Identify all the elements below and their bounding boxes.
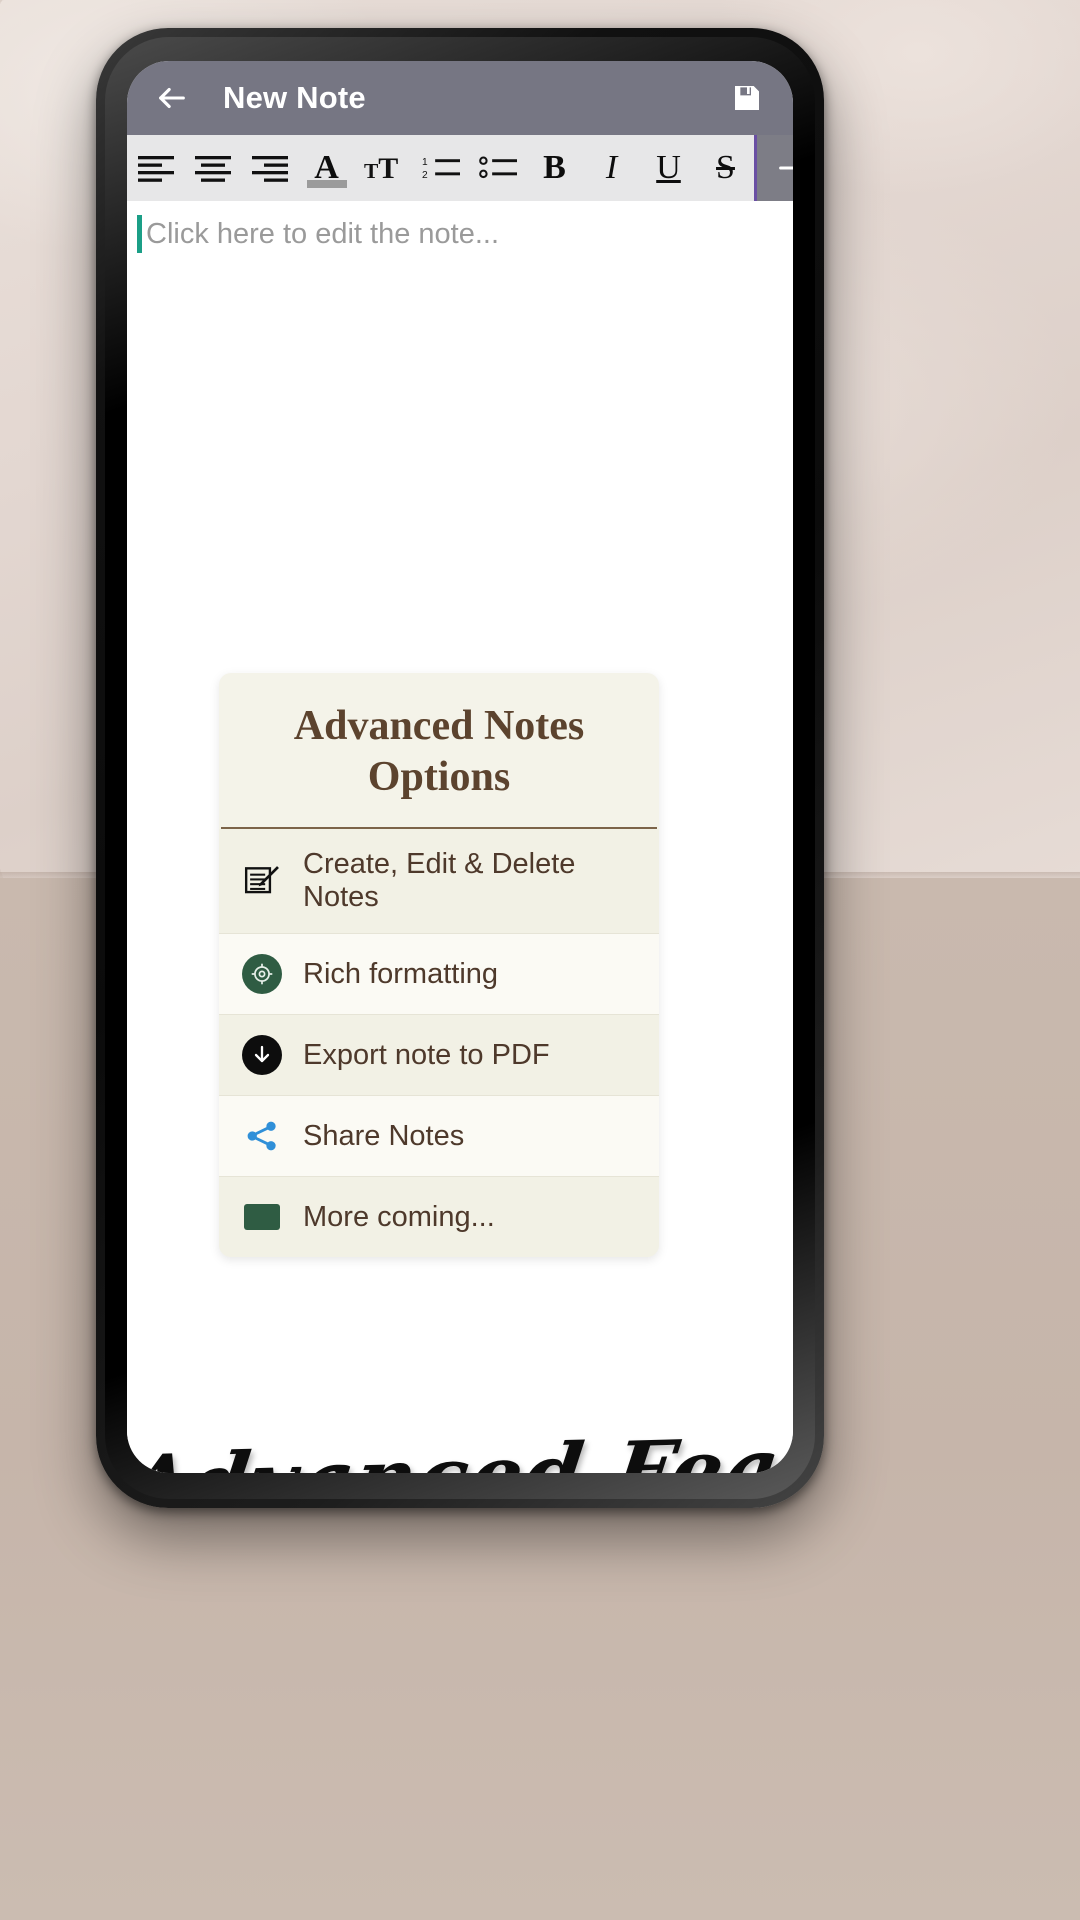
dialog-row-create-edit-delete[interactable]: Create, Edit & Delete Notes xyxy=(219,829,659,935)
align-left-icon[interactable] xyxy=(127,135,184,201)
arrow-left-icon[interactable] xyxy=(151,77,193,119)
bold-icon[interactable]: B xyxy=(526,135,583,201)
format-toolbar-scroll[interactable]: A T T 1 2 B I U S xyxy=(127,135,754,201)
phone-mockup: New Note A T T 1 2 B I U S Click here to… xyxy=(96,28,824,1508)
dialog-row-more-coming[interactable]: More coming... xyxy=(219,1177,659,1258)
align-center-icon[interactable] xyxy=(184,135,241,201)
dialog-row-label: Export note to PDF xyxy=(303,1038,550,1071)
dialog-row-label: More coming... xyxy=(303,1200,495,1233)
text-color-icon[interactable]: A xyxy=(298,135,355,201)
phone-bezel: New Note A T T 1 2 B I U S Click here to… xyxy=(105,37,815,1499)
dialog-row-label: Share Notes xyxy=(303,1119,465,1152)
align-right-icon[interactable] xyxy=(241,135,298,201)
note-placeholder-row: Click here to edit the note... xyxy=(127,201,793,253)
target-circle-icon xyxy=(241,953,283,995)
svg-text:1: 1 xyxy=(422,157,428,168)
font-size-icon[interactable]: T T xyxy=(355,135,412,201)
share-icon xyxy=(241,1115,283,1157)
underline-letter: U xyxy=(656,149,681,186)
strikethrough-letter: S xyxy=(716,149,735,186)
arrow-right-icon[interactable] xyxy=(757,135,793,201)
dialog-row-rich-formatting[interactable]: Rich formatting xyxy=(219,934,659,1016)
text-caret xyxy=(137,215,142,253)
svg-text:2: 2 xyxy=(422,170,428,181)
underline-icon[interactable]: U xyxy=(640,135,697,201)
save-floppy-icon[interactable] xyxy=(727,78,767,118)
dialog-row-share-notes[interactable]: Share Notes xyxy=(219,1096,659,1178)
svg-text:T: T xyxy=(378,153,398,183)
svg-text:T: T xyxy=(364,159,378,183)
numbered-list-icon[interactable]: 1 2 xyxy=(412,135,469,201)
download-circle-icon xyxy=(241,1034,283,1076)
green-square-icon xyxy=(241,1196,283,1238)
note-placeholder-text: Click here to edit the note... xyxy=(146,217,500,250)
text-color-swatch xyxy=(306,180,347,188)
dialog-row-export-pdf[interactable]: Export note to PDF xyxy=(219,1015,659,1097)
dialog-row-label: Create, Edit & Delete Notes xyxy=(303,848,576,914)
bold-letter: B xyxy=(543,149,566,186)
promo-caption: Advanced Features xyxy=(127,1413,793,1473)
note-editor-area[interactable]: Click here to edit the note... Advanced … xyxy=(127,201,793,1473)
strikethrough-icon[interactable]: S xyxy=(697,135,754,201)
phone-screen: New Note A T T 1 2 B I U S Click here to… xyxy=(127,61,793,1473)
advanced-options-dialog: Advanced Notes Options Create, Edit & De… xyxy=(219,673,659,1258)
format-toolbar: A T T 1 2 B I U S xyxy=(127,135,793,201)
italic-icon[interactable]: I xyxy=(583,135,640,201)
dialog-row-label: Rich formatting xyxy=(303,957,499,990)
italic-letter: I xyxy=(605,149,618,186)
app-bar: New Note xyxy=(127,61,793,135)
bulleted-list-icon[interactable] xyxy=(469,135,526,201)
note-edit-icon xyxy=(241,860,283,902)
page-title: New Note xyxy=(223,80,366,115)
dialog-title: Advanced Notes Options xyxy=(293,703,585,801)
